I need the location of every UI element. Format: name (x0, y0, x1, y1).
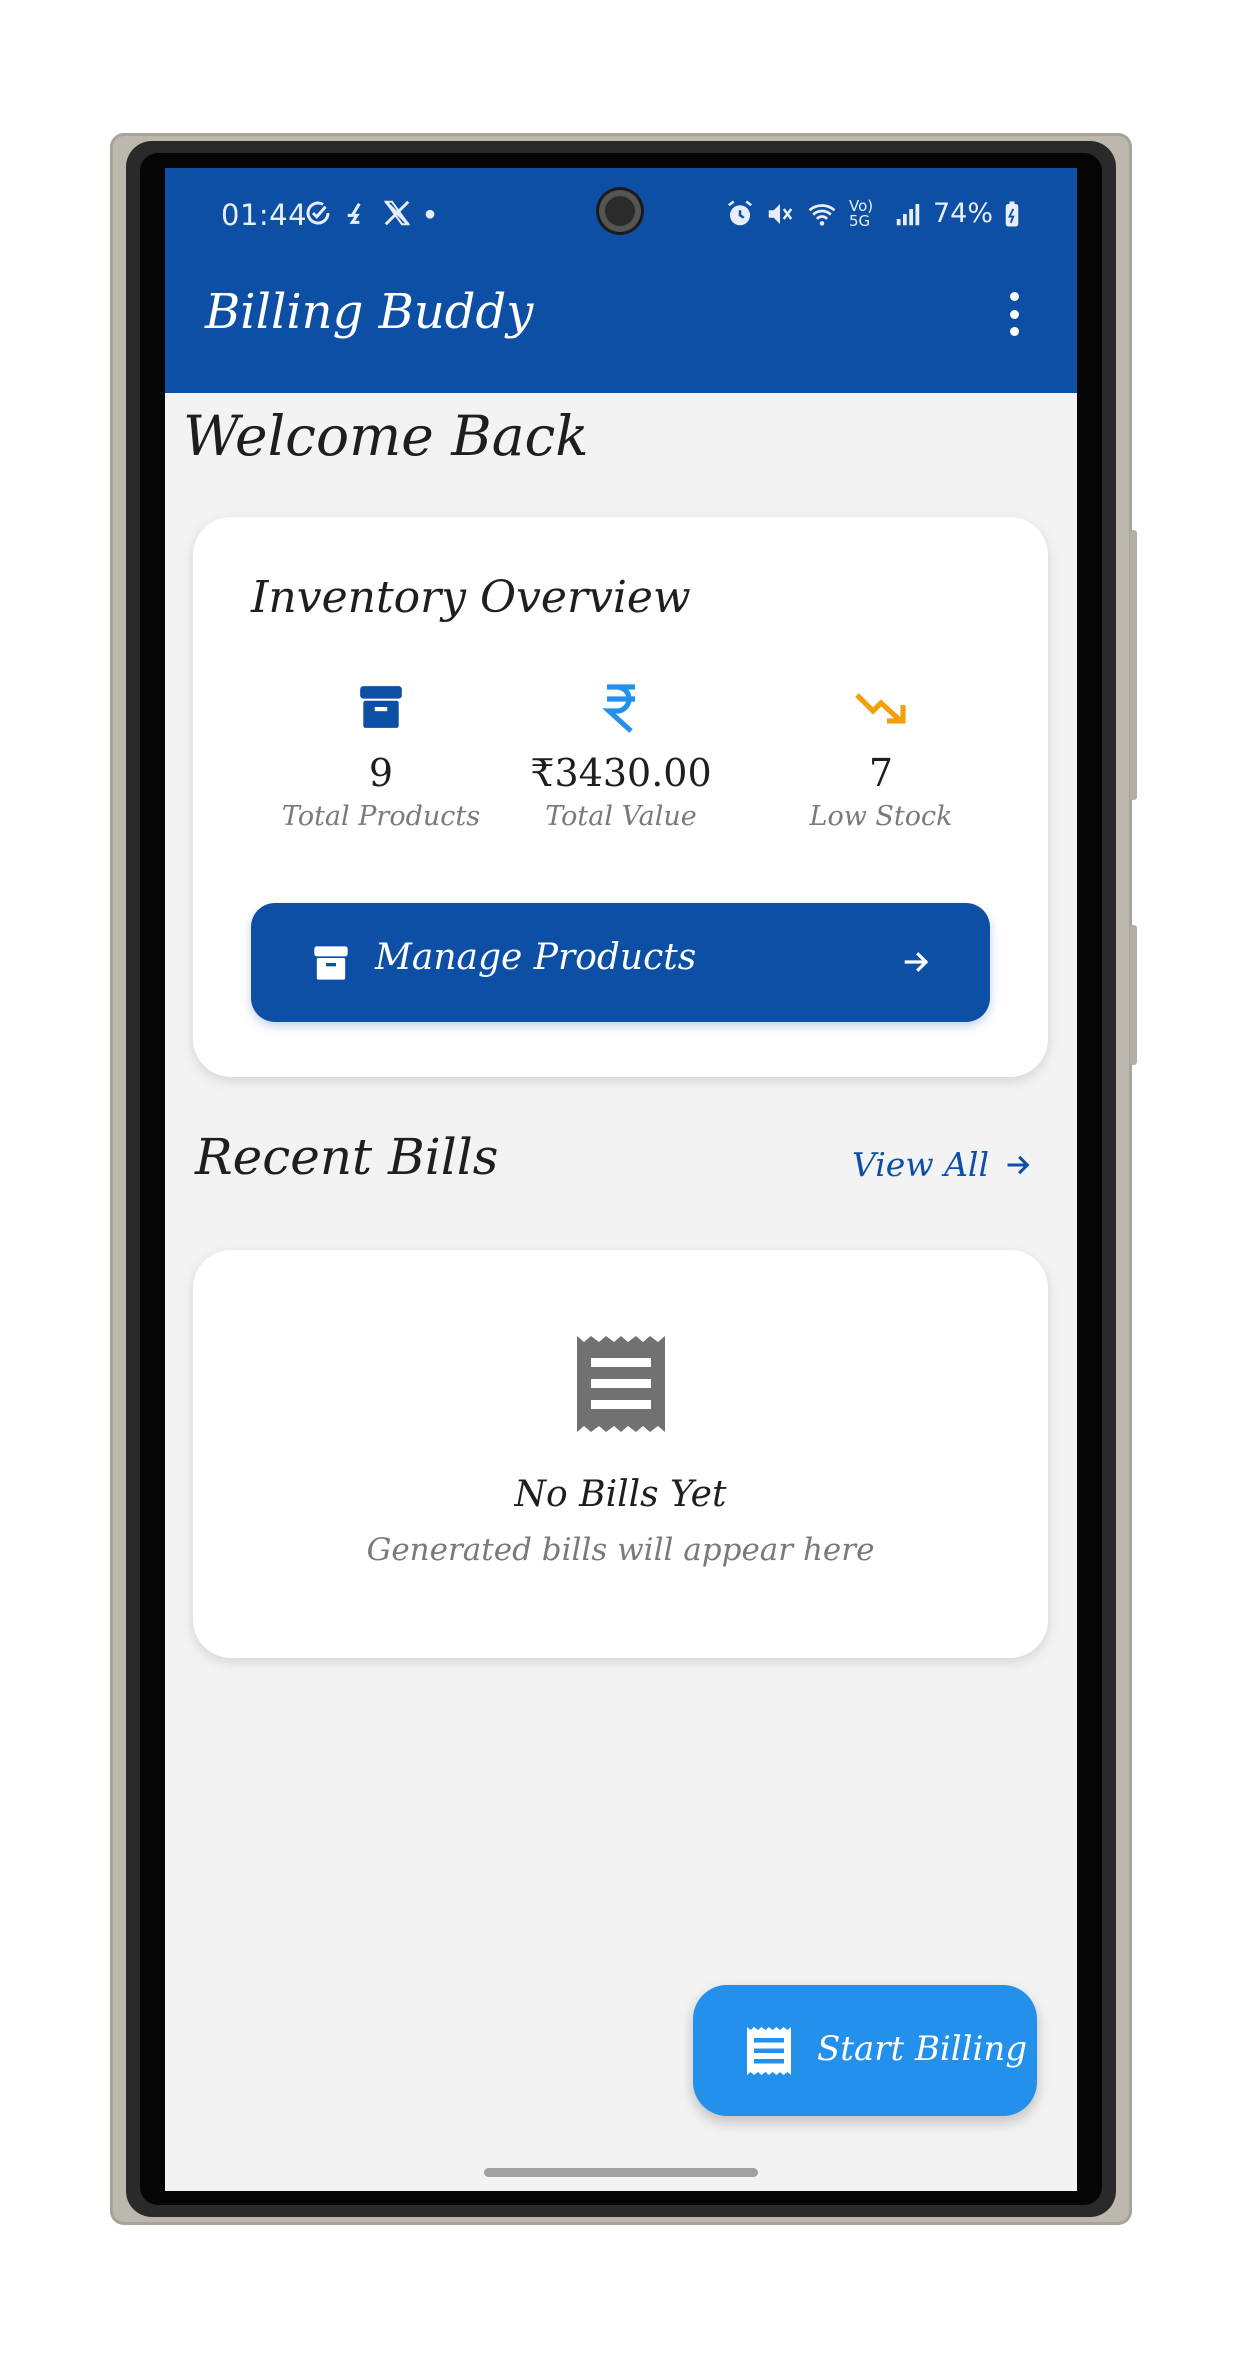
stat-low-stock: 7 Low Stock (751, 677, 1011, 832)
empty-state-title: No Bills Yet (514, 1474, 727, 1515)
recent-bills-card: No Bills Yet Generated bills will appear… (193, 1250, 1048, 1658)
view-all-link[interactable]: View All (852, 1145, 1033, 1184)
start-billing-label: Start Billing (817, 2029, 1028, 2069)
x-icon (383, 200, 411, 226)
app-bar: 01:44 Vo) 5G 74% Billing Buddy (165, 168, 1077, 393)
start-billing-button[interactable]: Start Billing (693, 1985, 1037, 2116)
archive-box-icon (311, 943, 351, 987)
inventory-overview-card: Inventory Overview 9 Total Products ₹343… (193, 517, 1048, 1077)
receipt-icon (747, 2027, 791, 2079)
stat-value: 9 (368, 751, 394, 795)
more-vert-icon[interactable] (1007, 292, 1021, 336)
status-time: 01:44 (221, 198, 308, 232)
side-button (1130, 925, 1137, 1065)
alarm-icon (727, 200, 752, 225)
receipt-icon (577, 1336, 665, 1436)
inventory-title: Inventory Overview (251, 572, 691, 623)
stat-value: 7 (868, 751, 894, 795)
rupee-icon (491, 677, 751, 737)
stat-label: Total Products (281, 801, 481, 832)
stat-value: ₹3430.00 (530, 751, 712, 795)
stat-total-value: ₹3430.00 Total Value (491, 677, 751, 832)
wifi-icon (808, 203, 836, 226)
archive-box-icon (251, 677, 511, 737)
trending-down-icon (751, 677, 1011, 737)
empty-state-subtitle: Generated bills will appear here (366, 1532, 875, 1568)
welcome-heading: Welcome Back (183, 404, 589, 468)
signal-icon (896, 203, 920, 225)
mute-icon (768, 203, 793, 224)
stat-label: Low Stock (809, 801, 953, 832)
app-title: Billing Buddy (205, 284, 534, 340)
dot-icon (425, 209, 435, 219)
arrow-right-icon (1007, 1155, 1030, 1174)
status-icons-right: Vo) 5G 74% (725, 198, 1021, 229)
view-all-label: View All (852, 1145, 990, 1184)
arrow-right-icon (900, 947, 932, 981)
side-button (1130, 530, 1137, 800)
recent-bills-title: Recent Bills (195, 1128, 499, 1186)
battery-charging-icon (1005, 201, 1019, 226)
network-label: Vo) 5G (848, 196, 874, 230)
battery-percent: 74% (932, 198, 993, 229)
threads-icon (347, 202, 361, 224)
status-icons-left (303, 198, 437, 228)
stat-total-products: 9 Total Products (251, 677, 511, 832)
manage-products-label: Manage Products (375, 937, 697, 978)
front-camera (599, 190, 641, 232)
stat-label: Total Value (545, 801, 697, 832)
check-circle-icon (306, 201, 330, 225)
phone-screen: 01:44 Vo) 5G 74% Billing Buddy Welcome B… (165, 168, 1077, 2191)
manage-products-button[interactable]: Manage Products (251, 903, 990, 1022)
home-indicator[interactable] (484, 2168, 758, 2177)
